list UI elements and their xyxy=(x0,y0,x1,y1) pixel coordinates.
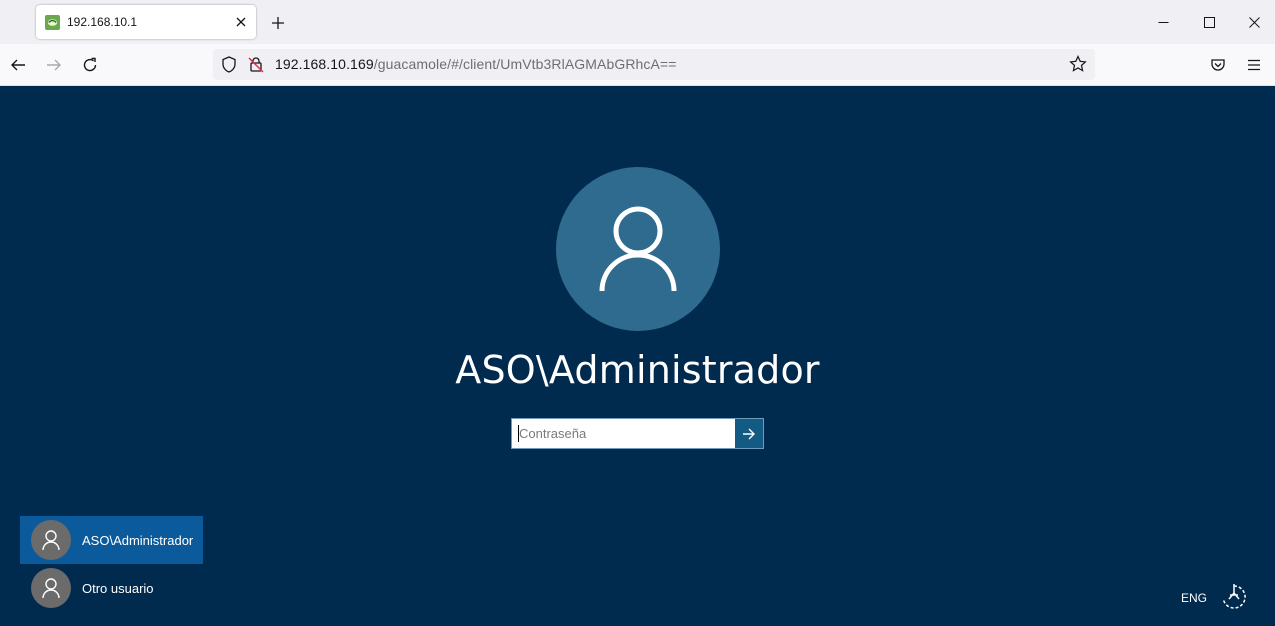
tab-bar: 192.168.10.1 xyxy=(0,0,1275,44)
tab-title: 192.168.10.1 xyxy=(67,15,138,29)
url-path: /guacamole/#/client/UmVtb3RlAGMAbGRhcA== xyxy=(373,56,677,72)
user-icon xyxy=(42,578,60,599)
user-silhouette-icon xyxy=(599,206,677,292)
text-caret xyxy=(518,425,519,442)
forward-icon[interactable] xyxy=(41,52,67,78)
url-text[interactable]: 192.168.10.169/guacamole/#/client/UmVtb3… xyxy=(275,56,677,72)
browser-tab[interactable]: 192.168.10.1 xyxy=(36,5,256,39)
tab-close-icon[interactable] xyxy=(232,13,250,31)
tracking-shield-icon[interactable] xyxy=(221,56,237,73)
url-bar[interactable]: 192.168.10.169/guacamole/#/client/UmVtb3… xyxy=(213,49,1095,80)
minimize-icon[interactable] xyxy=(1140,8,1186,36)
language-indicator[interactable]: ENG xyxy=(1181,591,1207,605)
ease-of-access-icon[interactable] xyxy=(1220,583,1248,611)
url-host: 192.168.10.169 xyxy=(275,56,374,72)
user-icon xyxy=(42,530,60,551)
submit-arrow-button[interactable] xyxy=(735,419,763,448)
remote-desktop-screen[interactable]: ASO\Administrador ASO\Administrador Otro… xyxy=(0,86,1275,626)
user-item-label: Otro usuario xyxy=(82,580,154,596)
user-avatar-small xyxy=(31,520,71,560)
user-item-otro-usuario[interactable]: Otro usuario xyxy=(20,564,203,612)
user-avatar-large xyxy=(556,167,720,331)
reload-icon[interactable] xyxy=(77,52,103,78)
arrow-right-icon xyxy=(743,428,755,439)
menu-icon[interactable] xyxy=(1241,52,1267,78)
back-icon[interactable] xyxy=(5,52,31,78)
user-item-label: ASO\Administrador xyxy=(82,532,194,548)
username-heading: ASO\Administrador xyxy=(455,348,820,392)
new-tab-icon[interactable] xyxy=(266,11,290,35)
maximize-icon[interactable] xyxy=(1186,8,1232,36)
pocket-icon[interactable] xyxy=(1205,52,1231,78)
user-avatar-small xyxy=(31,568,71,608)
nav-bar: 192.168.10.169/guacamole/#/client/UmVtb3… xyxy=(0,44,1275,86)
user-item-administrador[interactable]: ASO\Administrador xyxy=(20,516,203,564)
password-input[interactable] xyxy=(512,419,736,448)
user-list: ASO\Administrador Otro usuario xyxy=(20,516,203,612)
insecure-lock-icon[interactable] xyxy=(248,56,264,73)
password-box xyxy=(511,418,764,449)
close-window-icon[interactable] xyxy=(1231,8,1275,36)
bookmark-star-icon[interactable] xyxy=(1069,55,1087,73)
guacamole-favicon-icon xyxy=(45,15,60,30)
